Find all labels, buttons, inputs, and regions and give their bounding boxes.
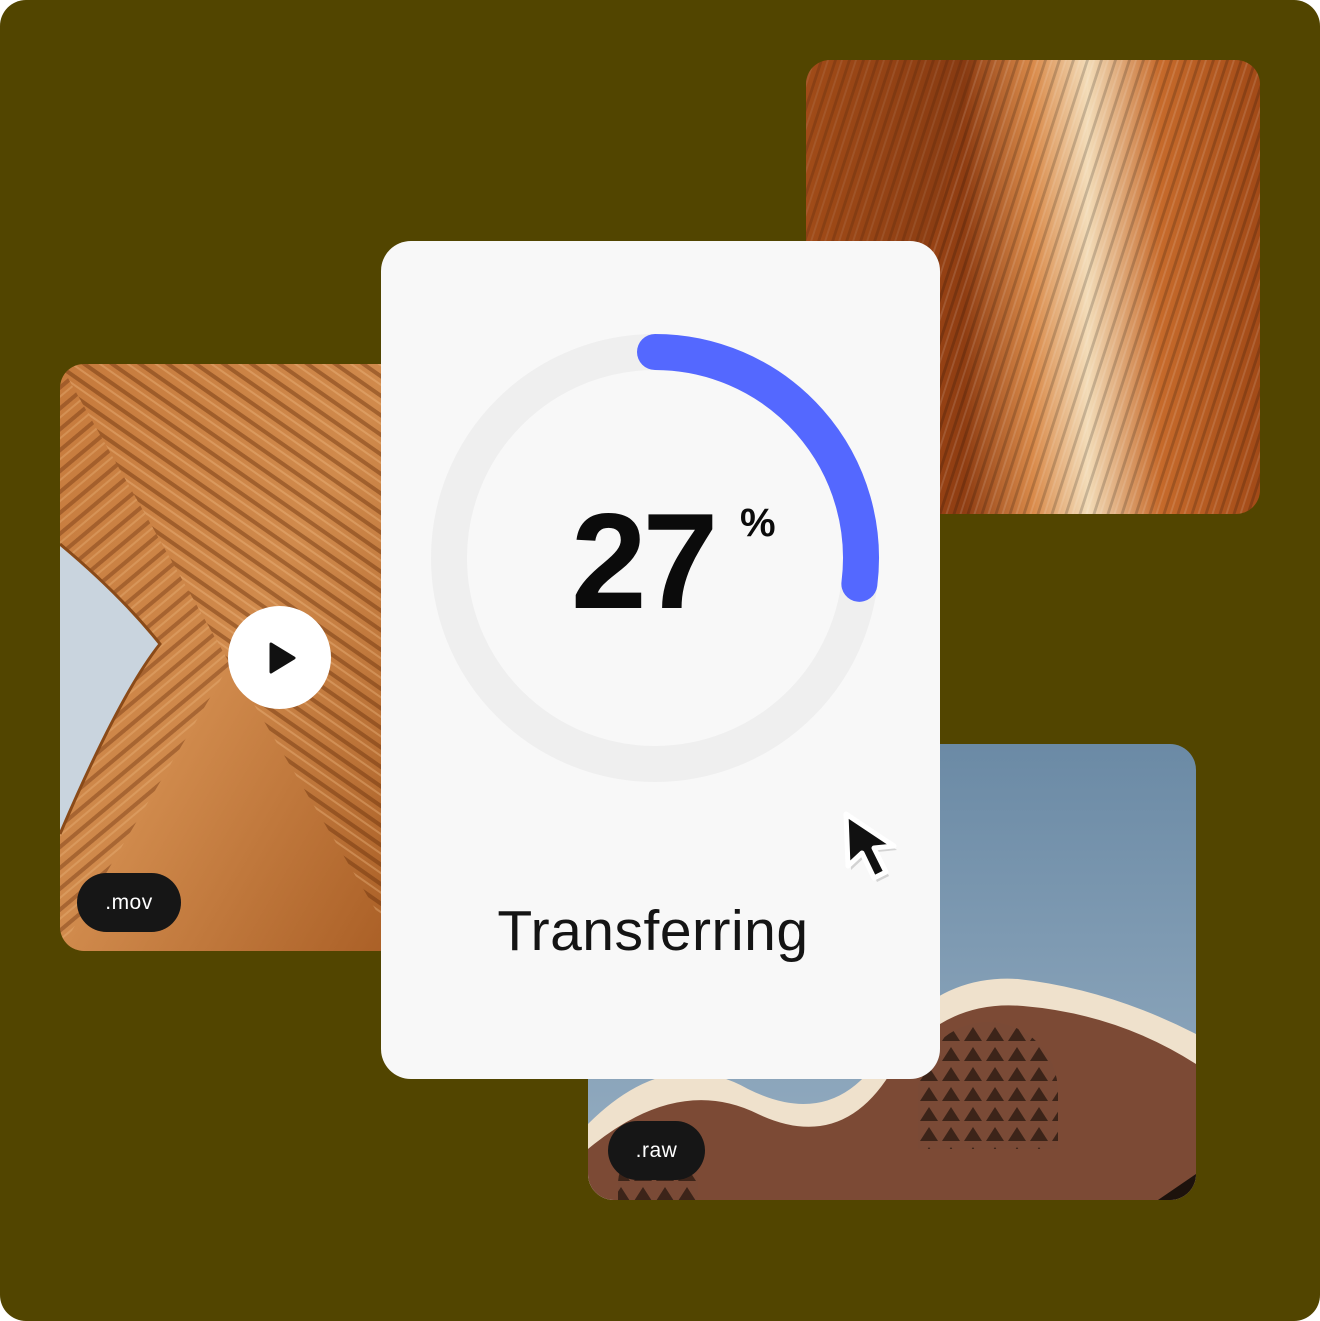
play-icon xyxy=(269,642,295,673)
progress-percent-value: 27 xyxy=(571,485,718,637)
progress-percent-sign: % xyxy=(740,501,776,545)
transfer-canvas: .mov .raw 27 % Transferring xyxy=(0,0,1320,1321)
file-type-badge-mov: .mov xyxy=(77,873,181,932)
file-type-label: .raw xyxy=(635,1139,678,1162)
file-type-badge-raw: .raw xyxy=(608,1121,705,1180)
transfer-progress-card: 27 % Transferring xyxy=(381,241,940,1079)
transfer-status-label: Transferring xyxy=(497,899,809,963)
cursor-arrow-icon xyxy=(843,811,897,882)
file-type-label: .mov xyxy=(105,891,153,914)
play-button[interactable] xyxy=(228,606,331,709)
